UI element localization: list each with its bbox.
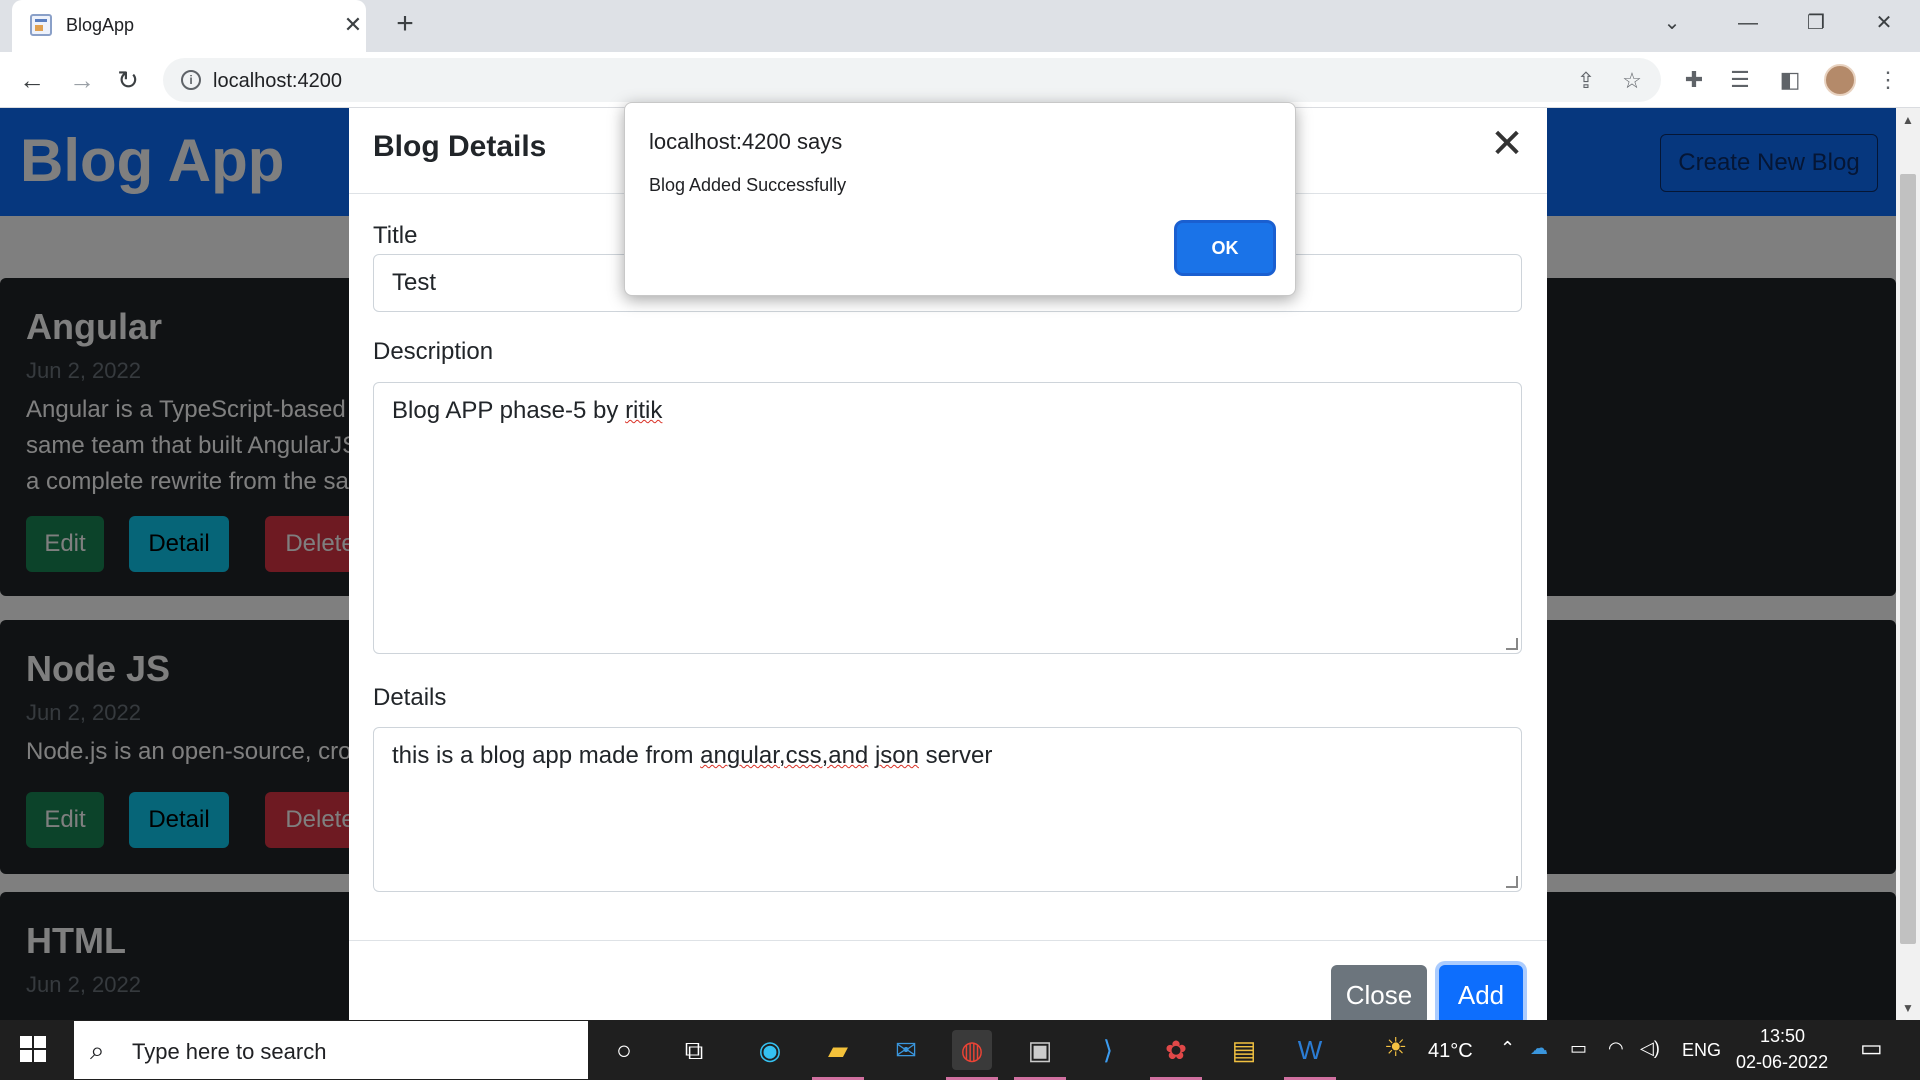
archive-app-icon[interactable]: ▤: [1224, 1030, 1264, 1070]
word-icon[interactable]: W: [1290, 1030, 1330, 1070]
url-text[interactable]: localhost:4200: [213, 70, 342, 93]
search-icon: ⌕: [90, 1035, 105, 1065]
site-info-icon[interactable]: i: [181, 70, 201, 90]
extensions-puzzle-icon[interactable]: ✚: [1678, 64, 1710, 96]
modal-close-icon[interactable]: ✕: [1487, 124, 1527, 164]
description-textarea[interactable]: Blog APP phase-5 by ritik: [373, 382, 1522, 654]
details-text-suffix: server: [918, 742, 993, 769]
tab-title: BlogApp: [66, 15, 135, 35]
new-tab-icon[interactable]: +: [388, 8, 422, 42]
windows-start-icon[interactable]: [20, 1036, 46, 1062]
profile-avatar[interactable]: [1824, 64, 1856, 96]
taskbar-search-box[interactable]: ⌕ Type here to search: [74, 1021, 588, 1079]
description-text: Blog APP phase-5 by: [392, 397, 626, 424]
show-hidden-icons-icon[interactable]: ⌃: [1500, 1038, 1515, 1059]
address-bar[interactable]: i localhost:4200 ⇪ ☆: [163, 58, 1661, 102]
mail-icon[interactable]: ✉: [886, 1030, 926, 1070]
bookmark-star-icon[interactable]: ☆: [1617, 66, 1647, 96]
alert-title: localhost:4200 says: [649, 129, 843, 154]
media-queue-icon[interactable]: ☰: [1724, 64, 1756, 96]
reload-icon[interactable]: ↻: [108, 60, 148, 100]
onedrive-icon[interactable]: ☁: [1530, 1038, 1548, 1059]
chrome-menu-icon[interactable]: ⋮: [1872, 64, 1904, 96]
input-language[interactable]: ENG: [1682, 1040, 1721, 1061]
title-label: Title: [373, 222, 418, 249]
forward-arrow-icon[interactable]: →: [62, 60, 102, 100]
details-text-space: [868, 742, 875, 769]
browser-tab[interactable]: BlogApp ✕: [12, 0, 366, 52]
file-explorer-icon[interactable]: ▰: [818, 1030, 858, 1070]
tab-close-icon[interactable]: ✕: [338, 10, 368, 40]
notification-center-icon[interactable]: ▭: [1860, 1034, 1883, 1063]
description-label: Description: [373, 338, 494, 365]
weather-icon[interactable]: ☀: [1384, 1032, 1407, 1063]
battery-icon[interactable]: ▭: [1570, 1038, 1587, 1059]
windows-taskbar: ⌕ Type here to search ○ ⧉ ◉ ▰ ✉ ◍ ▣ ⟩ ✿ …: [0, 1020, 1920, 1080]
weather-temperature[interactable]: 41°C: [1428, 1040, 1473, 1063]
modal-title: Blog Details: [373, 130, 547, 163]
description-misspelled-word: ritik: [625, 397, 663, 424]
details-label: Details: [373, 684, 447, 711]
browser-tab-strip: BlogApp ✕ + ⌄ — ❐ ✕: [0, 0, 1920, 52]
blog-app-favicon-icon: [30, 14, 52, 36]
chrome-icon[interactable]: ◍: [952, 1030, 992, 1070]
browser-toolbar: ← → ↻ i localhost:4200 ⇪ ☆ ✚ ☰ ◧ ⋮: [0, 52, 1920, 108]
scroll-down-icon[interactable]: ▼: [1896, 996, 1920, 1020]
minimize-icon[interactable]: —: [1728, 6, 1768, 40]
close-button[interactable]: Close: [1331, 965, 1427, 1020]
add-button[interactable]: Add: [1439, 965, 1523, 1020]
task-view-icon[interactable]: ⧉: [674, 1030, 714, 1070]
alert-dialog: localhost:4200 says Blog Added Successfu…: [624, 102, 1296, 296]
wifi-icon[interactable]: ◠: [1608, 1038, 1624, 1059]
title-input-value: Test: [392, 269, 437, 296]
paint-icon[interactable]: ✿: [1156, 1030, 1196, 1070]
share-icon[interactable]: ⇪: [1571, 66, 1601, 96]
restore-icon[interactable]: ❐: [1796, 6, 1836, 40]
details-text: this is a blog app made from: [392, 742, 701, 769]
scroll-up-icon[interactable]: ▲: [1896, 108, 1920, 132]
modal-footer: Close Add: [349, 940, 1547, 1020]
clock-time[interactable]: 13:50: [1760, 1026, 1805, 1047]
alert-ok-button[interactable]: OK: [1177, 223, 1273, 273]
alert-message: Blog Added Successfully: [649, 175, 847, 195]
resize-grip-icon[interactable]: [1506, 876, 1518, 888]
scroll-thumb[interactable]: [1900, 174, 1916, 944]
back-arrow-icon[interactable]: ←: [12, 60, 52, 100]
details-misspelled-word: angular,css,and: [700, 742, 869, 769]
details-misspelled-word: json: [874, 742, 919, 769]
clock-date[interactable]: 02-06-2022: [1736, 1052, 1828, 1073]
terminal-icon[interactable]: ▣: [1020, 1030, 1060, 1070]
tab-search-chevron-icon[interactable]: ⌄: [1652, 6, 1692, 40]
side-panel-icon[interactable]: ◧: [1774, 64, 1806, 96]
taskbar-search-placeholder: Type here to search: [132, 1039, 327, 1064]
cortana-icon[interactable]: ○: [604, 1030, 644, 1070]
window-close-icon[interactable]: ✕: [1864, 6, 1904, 40]
edge-browser-icon[interactable]: ◉: [750, 1030, 790, 1070]
volume-icon[interactable]: ◁): [1640, 1038, 1660, 1059]
vscode-icon[interactable]: ⟩: [1088, 1030, 1128, 1070]
resize-grip-icon[interactable]: [1506, 638, 1518, 650]
details-textarea[interactable]: this is a blog app made from angular,css…: [373, 727, 1522, 892]
page-scrollbar[interactable]: ▲ ▼: [1896, 108, 1920, 1020]
